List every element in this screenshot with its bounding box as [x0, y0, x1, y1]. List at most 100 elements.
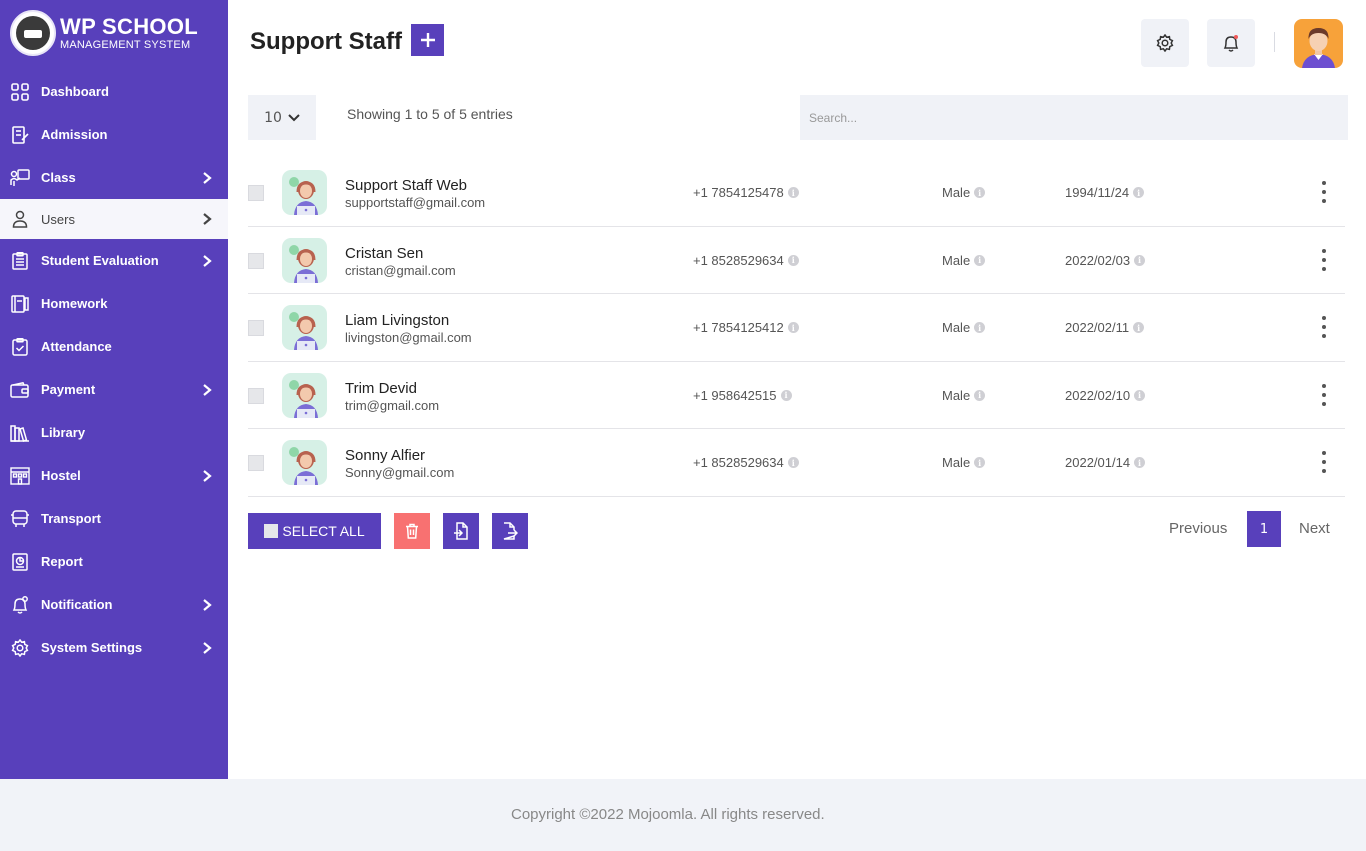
sidebar-item-label: Dashboard — [41, 84, 109, 99]
staff-gender: Male — [942, 387, 971, 403]
row-menu-icon[interactable] — [1318, 181, 1330, 203]
sidebar-item-dashboard[interactable]: Dashboard — [0, 70, 228, 113]
staff-dob: 2022/02/11 — [1065, 320, 1130, 336]
sidebar-item-label: Report — [41, 554, 83, 569]
table-info: Showing 1 to 5 of 5 entries — [347, 106, 513, 122]
staff-gender-cell: Male i — [942, 253, 986, 268]
sidebar-item-label: Attendance — [41, 339, 112, 354]
staff-avatar — [282, 237, 327, 283]
sidebar-item-report[interactable]: Report — [0, 540, 228, 583]
row-menu-icon[interactable] — [1318, 451, 1330, 474]
logo-emblem-icon — [10, 10, 56, 56]
info-icon[interactable]: i — [974, 254, 986, 266]
sidebar-item-payment[interactable]: Payment — [0, 368, 228, 411]
user-avatar-icon — [1302, 28, 1335, 68]
info-icon[interactable]: i — [787, 322, 799, 334]
staff-name[interactable]: Sonny Alfier — [345, 447, 425, 464]
row-menu-icon[interactable] — [1318, 383, 1330, 406]
staff-dob: 2022/02/03 — [1065, 252, 1131, 268]
logo[interactable]: WP SCHOOL MANAGEMENT SYSTEM — [0, 0, 228, 66]
chevron-right-icon — [203, 254, 212, 267]
info-icon[interactable]: i — [974, 187, 986, 198]
table-row[interactable]: Cristan Sen cristan@gmail.com +1 852852963… — [248, 227, 1345, 295]
info-icon[interactable]: i — [1133, 187, 1145, 198]
user-avatar[interactable] — [1294, 19, 1343, 68]
sidebar-item-library[interactable]: Library — [0, 411, 228, 454]
staff-name[interactable]: Liam Livingston — [345, 312, 449, 329]
info-icon[interactable]: i — [1134, 389, 1146, 401]
report-icon — [10, 552, 30, 572]
pagination-previous[interactable]: Previous — [1169, 520, 1227, 537]
sidebar-item-class[interactable]: Class — [0, 156, 228, 199]
staff-phone-cell: +1 7854125478 i — [693, 185, 799, 200]
sidebar-item-label: Transport — [41, 511, 101, 526]
staff-name[interactable]: Trim Devid — [345, 380, 417, 397]
row-checkbox[interactable] — [248, 455, 264, 472]
search-input[interactable] — [800, 95, 1348, 140]
info-icon[interactable]: i — [974, 457, 986, 469]
row-menu-icon[interactable] — [1318, 316, 1330, 339]
info-icon[interactable]: i — [974, 322, 986, 334]
table-row[interactable]: Liam Livingston livingston@gmail.com +1 78… — [248, 294, 1345, 362]
staff-dob-cell: 2022/02/03 i — [1065, 252, 1146, 268]
info-icon[interactable]: i — [780, 389, 792, 401]
staff-dob-cell: 2022/02/11 i — [1065, 320, 1145, 336]
staff-gender: Male — [942, 320, 971, 336]
pagination-next[interactable]: Next — [1299, 520, 1330, 537]
row-menu-icon[interactable] — [1318, 248, 1330, 271]
staff-phone: +1 958642515 — [693, 387, 777, 403]
info-icon[interactable]: i — [1133, 322, 1145, 334]
info-icon[interactable]: i — [1134, 457, 1146, 469]
staff-gender-cell: Male i — [942, 320, 986, 336]
info-icon[interactable]: i — [1134, 254, 1146, 266]
import-button[interactable] — [443, 513, 479, 549]
table-row[interactable]: Trim Devid trim@gmail.com +1 958642515 i Mal… — [248, 362, 1345, 430]
row-checkbox[interactable] — [248, 185, 264, 201]
sidebar-item-transport[interactable]: Transport — [0, 497, 228, 540]
info-icon[interactable]: i — [787, 254, 799, 266]
info-icon[interactable]: i — [974, 389, 986, 401]
sidebar-item-admission[interactable]: Admission — [0, 113, 228, 156]
copyright-text: Copyright ©2022 Mojoomla. All rights res… — [511, 806, 825, 823]
homework-book-icon — [10, 294, 30, 314]
sidebar-item-student-evaluation[interactable]: Student Evaluation — [0, 239, 228, 282]
notifications-button[interactable] — [1207, 19, 1255, 67]
sidebar-item-notification[interactable]: Notification — [0, 583, 228, 626]
sidebar-item-hostel[interactable]: Hostel — [0, 454, 228, 497]
select-all-button[interactable]: SELECT ALL — [248, 513, 381, 549]
select-all-checkbox — [264, 524, 279, 538]
info-icon[interactable]: i — [787, 187, 799, 198]
staff-avatar — [282, 372, 327, 418]
add-staff-button[interactable] — [411, 24, 444, 56]
row-checkbox[interactable] — [248, 387, 264, 404]
sidebar-item-attendance[interactable]: Attendance — [0, 325, 228, 368]
settings-button[interactable] — [1141, 19, 1189, 67]
chevron-right-icon — [203, 641, 212, 654]
pagination-page[interactable]: 1 — [1247, 511, 1281, 547]
sidebar-item-homework[interactable]: Homework — [0, 282, 228, 325]
chevron-right-icon — [203, 171, 212, 184]
row-checkbox[interactable] — [248, 252, 264, 269]
staff-name[interactable]: Cristan Sen — [345, 245, 423, 262]
sidebar-item-users[interactable]: Users — [0, 199, 228, 239]
dashboard-grid-icon — [10, 82, 30, 102]
sidebar-item-label: Student Evaluation — [41, 253, 159, 268]
chevron-right-icon — [203, 383, 212, 396]
staff-phone: +1 8528529634 — [693, 252, 784, 268]
row-checkbox[interactable] — [248, 320, 264, 337]
table-row[interactable]: Sonny Alfier Sonny@gmail.com +1 8528529634… — [248, 429, 1345, 497]
sidebar-item-system-settings[interactable]: System Settings — [0, 626, 228, 669]
staff-phone-cell: +1 958642515 i — [693, 388, 792, 403]
delete-button[interactable] — [394, 513, 430, 549]
staff-phone-cell: +1 8528529634 i — [693, 455, 799, 470]
sidebar-item-label: Homework — [41, 296, 108, 311]
staff-name[interactable]: Support Staff Web — [345, 177, 467, 194]
info-icon[interactable]: i — [787, 457, 799, 469]
page-length-select[interactable]: 10 — [248, 95, 316, 140]
gear-icon — [1156, 34, 1174, 52]
export-button[interactable] — [492, 513, 528, 549]
chevron-right-icon — [203, 469, 212, 482]
logo-title: WP SCHOOL — [60, 13, 198, 39]
table-row[interactable]: Support Staff Web supportstaff@gmail.com +… — [248, 159, 1345, 227]
sidebar: WP SCHOOL MANAGEMENT SYSTEM Dashboard Ad… — [0, 0, 228, 779]
